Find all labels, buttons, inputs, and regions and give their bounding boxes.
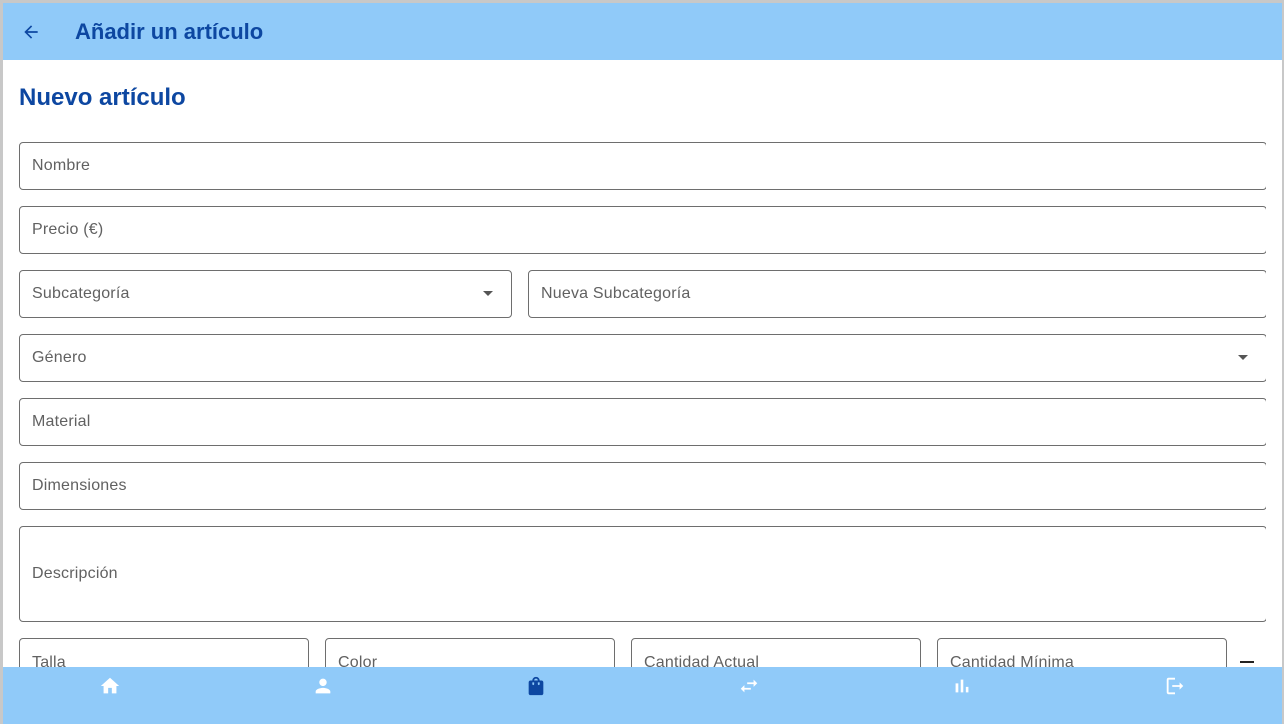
form-container: Nuevo artículo Nombre Precio (€) Subcate… [19, 60, 1266, 667]
dimensions-field[interactable]: Dimensiones [19, 462, 1266, 510]
subcategory-select[interactable]: Subcategoría [19, 270, 512, 318]
arrow-back-icon [24, 24, 38, 39]
price-field-label: Precio (€) [32, 221, 104, 238]
description-field[interactable]: Descripción [19, 526, 1266, 622]
bar-chart-icon [955, 679, 969, 693]
minus-icon [1240, 661, 1254, 663]
home-icon [100, 677, 119, 694]
bottom-navigation [3, 667, 1282, 724]
logout-icon [1167, 677, 1184, 695]
color-field-label: Color [338, 654, 378, 667]
nav-item-home[interactable] [3, 667, 216, 724]
name-field[interactable]: Nombre [19, 142, 1266, 190]
gender-select[interactable]: Género [19, 334, 1266, 382]
minimum-quantity-field[interactable]: Cantidad Mínima [937, 638, 1227, 667]
gender-select-label: Género [32, 349, 87, 366]
new-subcategory-field[interactable]: Nueva Subcategoría [528, 270, 1266, 318]
description-field-label: Descripción [32, 565, 118, 582]
swap-arrows-icon [740, 679, 758, 693]
current-quantity-field-label: Cantidad Actual [644, 654, 760, 667]
size-field[interactable]: Talla [19, 638, 309, 667]
minimum-quantity-field-label: Cantidad Mínima [950, 654, 1074, 667]
material-field-label: Material [32, 413, 91, 430]
material-field[interactable]: Material [19, 398, 1266, 446]
name-field-label: Nombre [32, 157, 91, 174]
nav-item-profile[interactable] [216, 667, 429, 724]
dimensions-field-label: Dimensiones [32, 477, 127, 494]
nav-item-logout[interactable] [1069, 667, 1282, 724]
app-window: Añadir un artículo Nuevo artículo Nombre… [0, 0, 1284, 724]
subcategory-select-label: Subcategoría [32, 285, 130, 302]
back-button[interactable] [3, 3, 59, 60]
shopping-bag-icon [528, 676, 544, 696]
app-bar: Añadir un artículo [3, 3, 1282, 60]
dropdown-arrow-icon [483, 291, 493, 296]
nav-item-statistics[interactable] [856, 667, 1069, 724]
nav-item-transfers[interactable] [643, 667, 856, 724]
remove-variant-button[interactable] [1236, 651, 1258, 667]
form-heading: Nuevo artículo [19, 84, 186, 111]
size-field-label: Talla [32, 654, 66, 667]
color-field[interactable]: Color [325, 638, 615, 667]
current-quantity-field[interactable]: Cantidad Actual [631, 638, 921, 667]
price-field[interactable]: Precio (€) [19, 206, 1266, 254]
dropdown-arrow-icon [1238, 355, 1248, 360]
page-title: Añadir un artículo [75, 18, 264, 44]
new-subcategory-field-label: Nueva Subcategoría [541, 285, 691, 302]
nav-item-articles[interactable] [429, 667, 642, 724]
person-icon [315, 678, 331, 694]
